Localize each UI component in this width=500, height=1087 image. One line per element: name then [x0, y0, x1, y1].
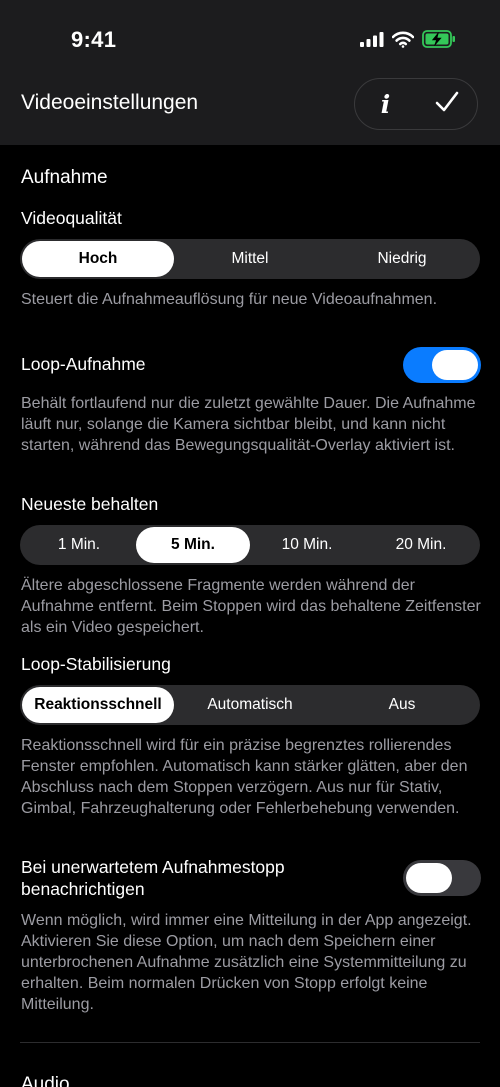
section-divider [20, 1042, 480, 1043]
loop-stabilization-segmented-control: Reaktionsschnell Automatisch Aus [20, 685, 480, 725]
info-button[interactable]: i [360, 78, 412, 130]
notify-unexpected-stop-label: Bei unerwartetem Aufnahmestopp benachric… [21, 857, 285, 899]
toggle-knob [406, 863, 452, 893]
loop-stabilization-label: Loop-Stabilisierung [21, 654, 171, 674]
done-button[interactable] [421, 78, 473, 130]
video-quality-label: Videoqualität [21, 208, 122, 228]
segment-mittel[interactable]: Mittel [174, 241, 326, 277]
status-bar: 9:41 [0, 0, 500, 80]
segment-1-min[interactable]: 1 Min. [22, 527, 136, 563]
info-icon: i [380, 89, 391, 119]
battery-charging-icon [422, 30, 456, 53]
cellular-signal-icon [360, 31, 384, 52]
section-title-recording: Aufnahme [21, 167, 108, 188]
toggle-knob [432, 350, 478, 380]
wifi-icon [391, 31, 415, 53]
segment-hoch[interactable]: Hoch [22, 241, 174, 277]
section-title-audio: Audio [21, 1074, 70, 1087]
segment-reaktionsschnell[interactable]: Reaktionsschnell [22, 687, 174, 723]
loop-recording-description: Behält fortlaufend nur die zuletzt gewäh… [21, 395, 476, 454]
segment-automatisch[interactable]: Automatisch [174, 687, 326, 723]
video-quality-description: Steuert die Aufnahmeauflösung für neue V… [21, 291, 438, 308]
notify-unexpected-stop-toggle[interactable] [403, 860, 481, 896]
nav-action-group: i [354, 78, 478, 130]
keep-latest-label: Neueste behalten [21, 494, 159, 514]
segment-5-min[interactable]: 5 Min. [136, 527, 250, 563]
navigation-header: 9:41 Videoeinstellungen i [0, 0, 500, 145]
status-time: 9:41 [71, 27, 117, 52]
video-quality-segmented-control: Hoch Mittel Niedrig [20, 239, 480, 279]
page-title: Videoeinstellungen [21, 91, 199, 114]
loop-stabilization-description: Reaktionsschnell wird für ein präzise be… [21, 737, 468, 817]
keep-latest-description: Ältere abgeschlossene Fragmente werden w… [21, 577, 481, 636]
segment-aus[interactable]: Aus [326, 687, 478, 723]
segment-20-min[interactable]: 20 Min. [364, 527, 478, 563]
checkmark-icon [434, 89, 460, 120]
loop-recording-label: Loop-Aufnahme [21, 354, 146, 374]
segment-10-min[interactable]: 10 Min. [250, 527, 364, 563]
notify-unexpected-stop-description: Wenn möglich, wird immer eine Mitteilung… [21, 912, 472, 1013]
settings-scroll-content[interactable]: Aufnahme Videoqualität Hoch Mittel Niedr… [0, 145, 500, 1087]
keep-latest-segmented-control: 1 Min. 5 Min. 10 Min. 20 Min. [20, 525, 480, 565]
loop-recording-toggle[interactable] [403, 347, 481, 383]
segment-niedrig[interactable]: Niedrig [326, 241, 478, 277]
status-icons [360, 30, 456, 53]
